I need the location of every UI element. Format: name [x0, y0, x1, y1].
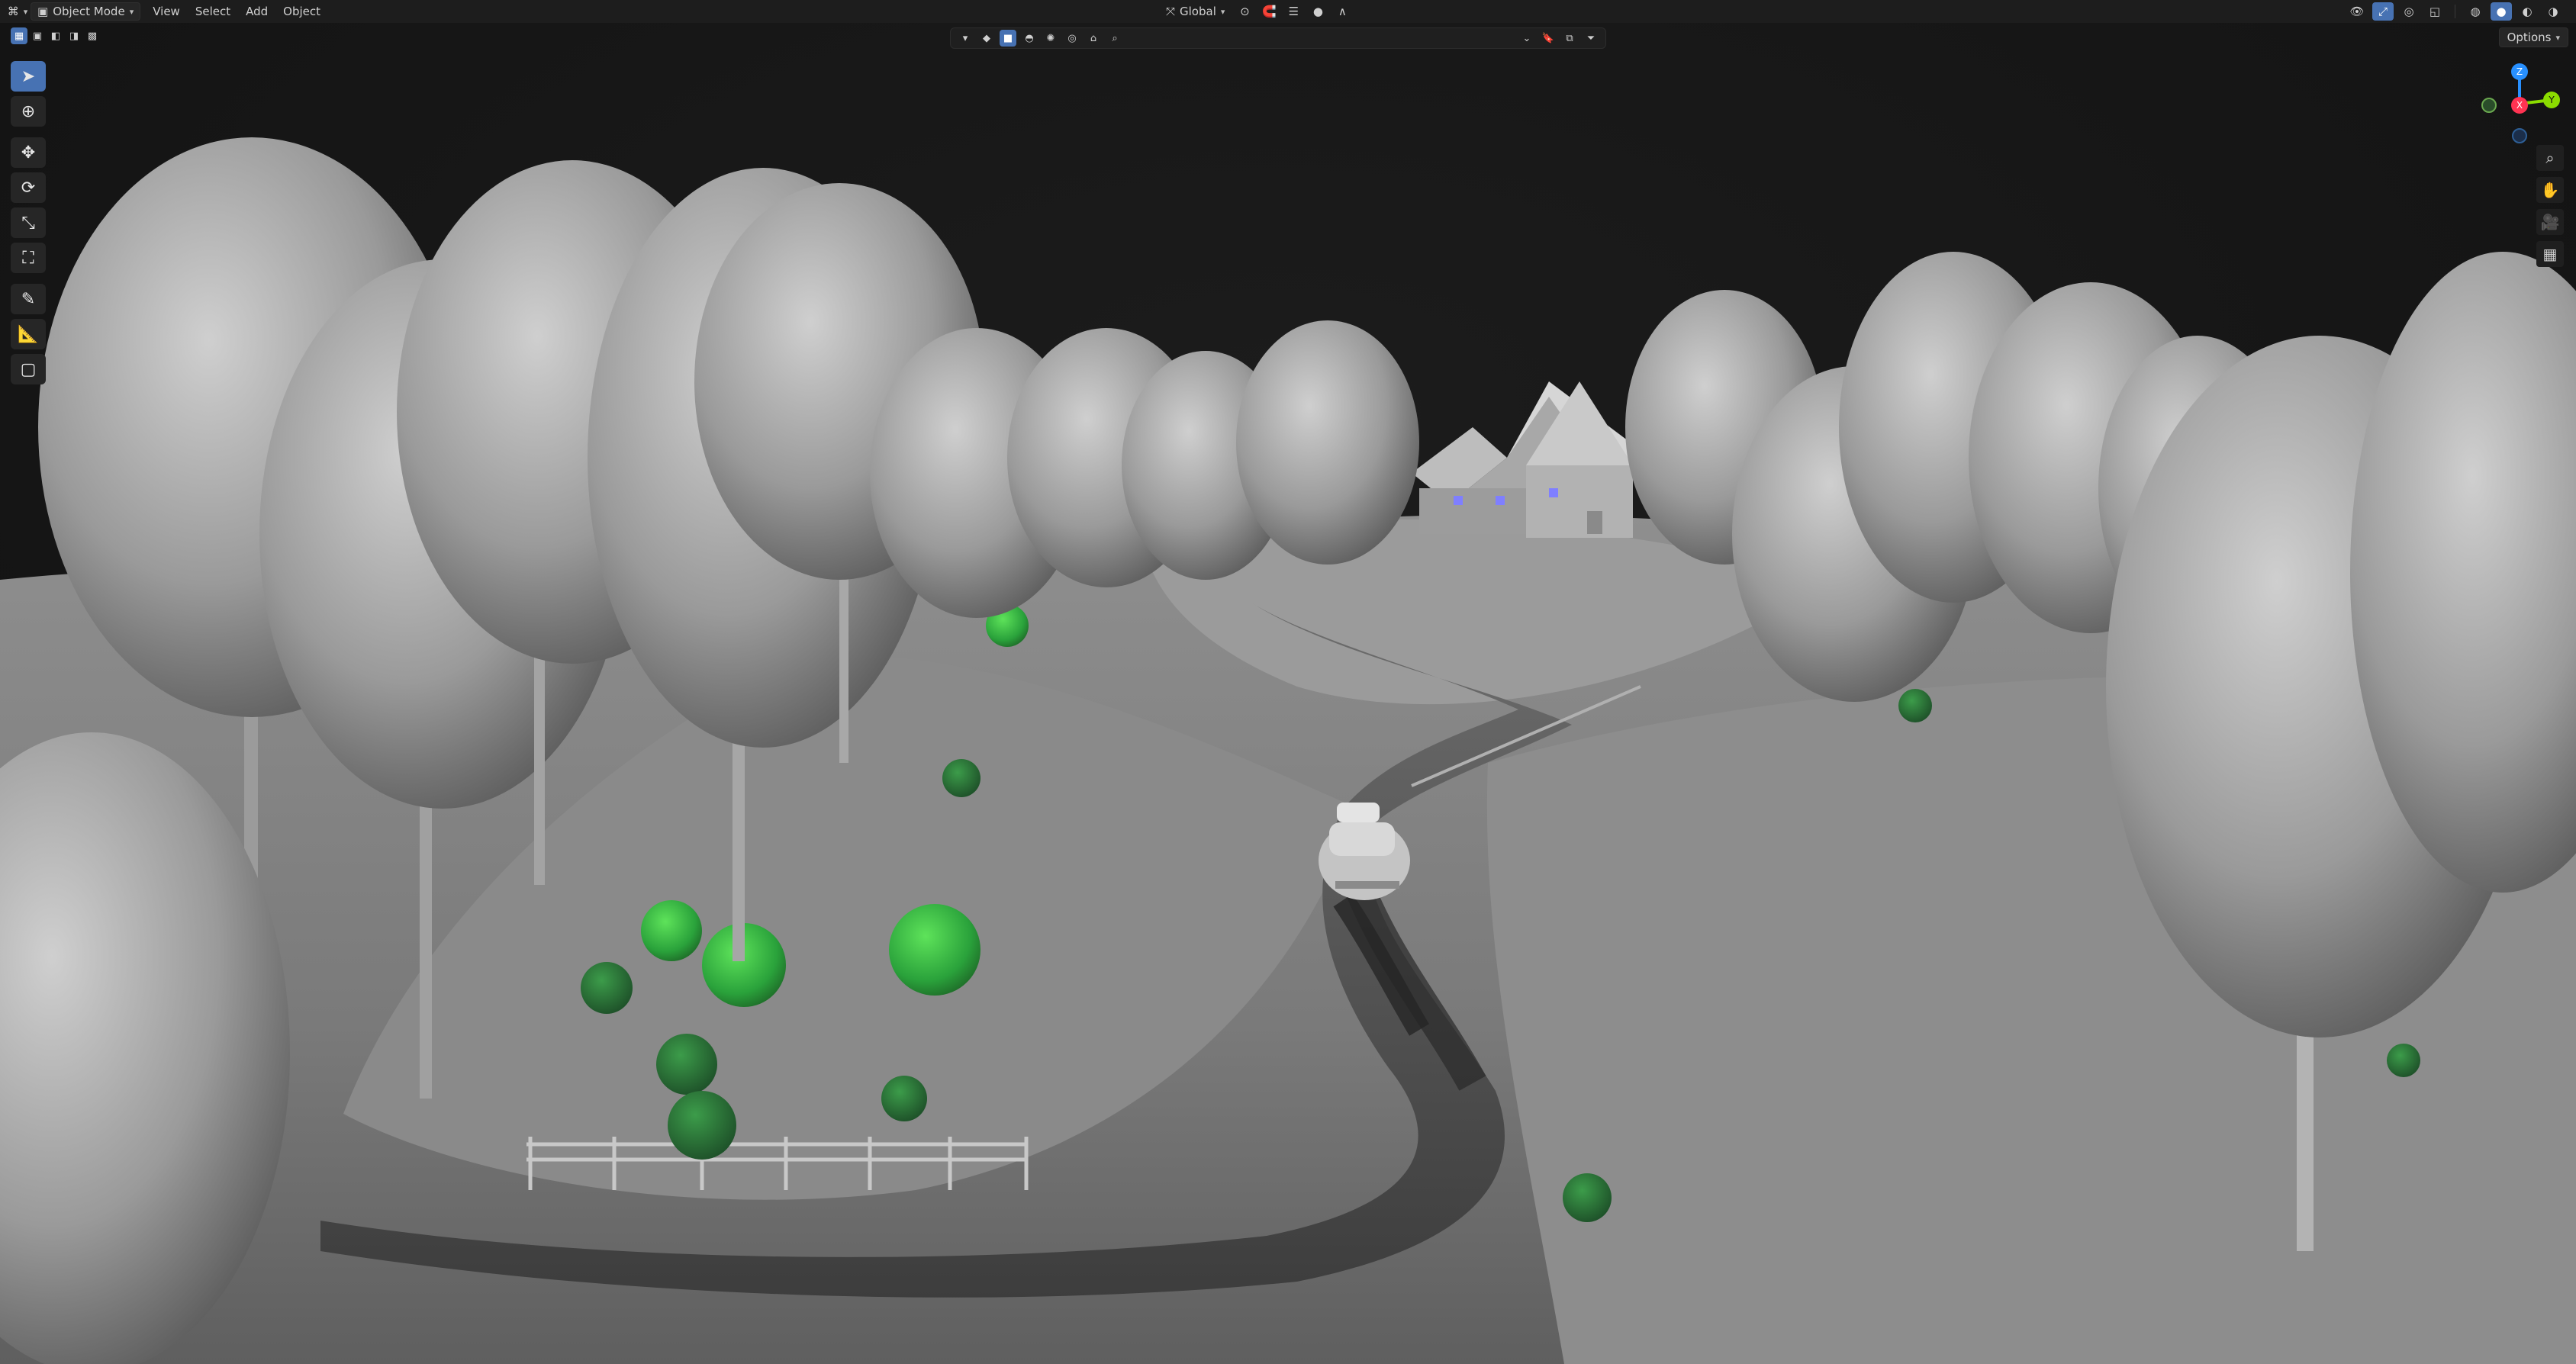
snap-icon[interactable]: 🧲 [1258, 2, 1280, 21]
snap-target-icon[interactable]: ☰ [1283, 2, 1304, 21]
select-box-icon[interactable]: ▦ [11, 27, 27, 44]
bookmark-icon[interactable]: 🔖 [1540, 30, 1557, 47]
pivot-point-icon[interactable]: ⊙ [1234, 2, 1255, 21]
zoom-icon[interactable]: ⌕ [2536, 145, 2564, 171]
annotate-tool-icon[interactable]: ✎ [11, 284, 46, 314]
select-intersect-icon[interactable]: ▩ [84, 27, 101, 44]
chevron-down-icon: ▾ [2555, 32, 2560, 43]
dropdown-icon[interactable]: ⌄ [1518, 30, 1535, 47]
menu-view[interactable]: View [147, 2, 186, 21]
empty-filter-icon[interactable]: ⌂ [1085, 30, 1102, 47]
object-type-icon[interactable]: ◆ [978, 30, 995, 47]
pan-hand-icon[interactable]: ✋ [2536, 177, 2564, 203]
header-right-controls: 👁 ⤢ ◎ ◱ ◍ ● ◐ ◑ [2346, 2, 2564, 21]
mode-dropdown[interactable]: ▣ Object Mode ▾ [31, 2, 141, 21]
viewport-filter-bar: ▾ ◆ ■ ◓ ✺ ◎ ⌂ ⌕ ⌄ 🔖 ⧉ ⏷ [950, 27, 1606, 49]
tool-shelf: ➤ ⊕ ✥ ⟳ ⤡ ⛶ ✎ 📐 ▢ [11, 61, 49, 384]
measure-tool-icon[interactable]: 📐 [11, 319, 46, 349]
axis-z-label: Z [2516, 66, 2523, 77]
transform-tool-icon[interactable]: ⛶ [11, 243, 46, 273]
chevron-down-icon: ▾ [129, 6, 134, 17]
editor-type-button[interactable]: ⌘ ▾ [5, 2, 31, 21]
viewport-scene [0, 0, 2576, 1364]
curve-filter-icon[interactable]: ◓ [1021, 30, 1038, 47]
select-extend-icon[interactable]: ▣ [29, 27, 46, 44]
rendered-shading-icon[interactable]: ◑ [2542, 2, 2564, 21]
rotate-tool-icon[interactable]: ⟳ [11, 172, 46, 203]
editor-type-icon: ⌘ [7, 5, 19, 18]
cursor-tool-icon[interactable]: ⊕ [11, 96, 46, 127]
filter-icon[interactable]: ⏷ [1583, 30, 1599, 47]
chevron-down-icon: ▾ [1220, 6, 1225, 17]
solid-shading-icon[interactable]: ● [2491, 2, 2512, 21]
object-mode-icon: ▣ [37, 5, 49, 18]
xray-icon[interactable]: ◱ [2424, 2, 2446, 21]
select-invert-icon[interactable]: ◨ [66, 27, 82, 44]
options-label: Options [2507, 31, 2552, 44]
move-tool-icon[interactable]: ✥ [11, 137, 46, 168]
light-filter-icon[interactable]: ✺ [1042, 30, 1059, 47]
orientation-label: Global [1180, 5, 1216, 18]
mesh-filter-icon[interactable]: ■ [1000, 30, 1016, 47]
gizmo-toggle-icon[interactable]: ⤢ [2372, 2, 2394, 21]
navigation-gizmo[interactable]: Z Y X [2466, 58, 2565, 157]
axis-neg-z-handle[interactable] [2512, 128, 2527, 143]
scale-tool-icon[interactable]: ⤡ [11, 207, 46, 238]
menu-object[interactable]: Object [277, 2, 327, 21]
overlay-icon[interactable]: ◎ [2398, 2, 2420, 21]
menu-add[interactable]: Add [240, 2, 274, 21]
falloff-icon[interactable]: ∧ [1331, 2, 1353, 21]
visibility-icon[interactable]: 👁 [2346, 2, 2368, 21]
header-menu: View Select Add Object [147, 2, 327, 21]
orientation-icon: ⤧ [1166, 5, 1176, 18]
viewport-header: ⌘ ▾ ▣ Object Mode ▾ View Select Add Objec… [0, 0, 2576, 23]
navigation-buttons: ⌕ ✋ 🎥 ▦ [2536, 145, 2564, 267]
select-subtract-icon[interactable]: ◧ [47, 27, 64, 44]
select-tool-icon[interactable]: ➤ [11, 61, 46, 92]
transform-controls: ⤧ Global ▾ ⊙ 🧲 ☰ ● ∧ [1160, 2, 1353, 21]
add-cube-tool-icon[interactable]: ▢ [11, 354, 46, 384]
transform-orientation-dropdown[interactable]: ⤧ Global ▾ [1160, 2, 1231, 21]
material-shading-icon[interactable]: ◐ [2516, 2, 2538, 21]
menu-select[interactable]: Select [189, 2, 237, 21]
axis-y-label: Y [2548, 95, 2555, 105]
axis-neg-y-handle[interactable] [2481, 98, 2497, 113]
perspective-grid-icon[interactable]: ▦ [2536, 241, 2564, 267]
3d-viewport[interactable] [0, 0, 2576, 1364]
hierarchy-icon[interactable]: ⧉ [1561, 30, 1578, 47]
viewport-subheader: ▦ ▣ ◧ ◨ ▩ ▾ ◆ ■ ◓ ✺ ◎ ⌂ ⌕ ⌄ 🔖 ⧉ ⏷ Option… [0, 23, 2576, 53]
search-icon: ⌕ [1112, 32, 1118, 44]
search-input[interactable] [1128, 31, 1514, 46]
options-button[interactable]: Options ▾ [2498, 27, 2568, 47]
selection-mode-buttons: ▦ ▣ ◧ ◨ ▩ [11, 27, 101, 44]
mode-label: Object Mode [53, 5, 125, 18]
chevron-down-icon[interactable]: ▾ [957, 30, 974, 47]
axis-x-label: X [2516, 100, 2523, 111]
chevron-down-icon: ▾ [23, 6, 28, 17]
camera-view-icon[interactable]: 🎥 [2536, 209, 2564, 235]
wireframe-shading-icon[interactable]: ◍ [2465, 2, 2486, 21]
camera-filter-icon[interactable]: ◎ [1064, 30, 1080, 47]
proportional-edit-icon[interactable]: ● [1307, 2, 1328, 21]
